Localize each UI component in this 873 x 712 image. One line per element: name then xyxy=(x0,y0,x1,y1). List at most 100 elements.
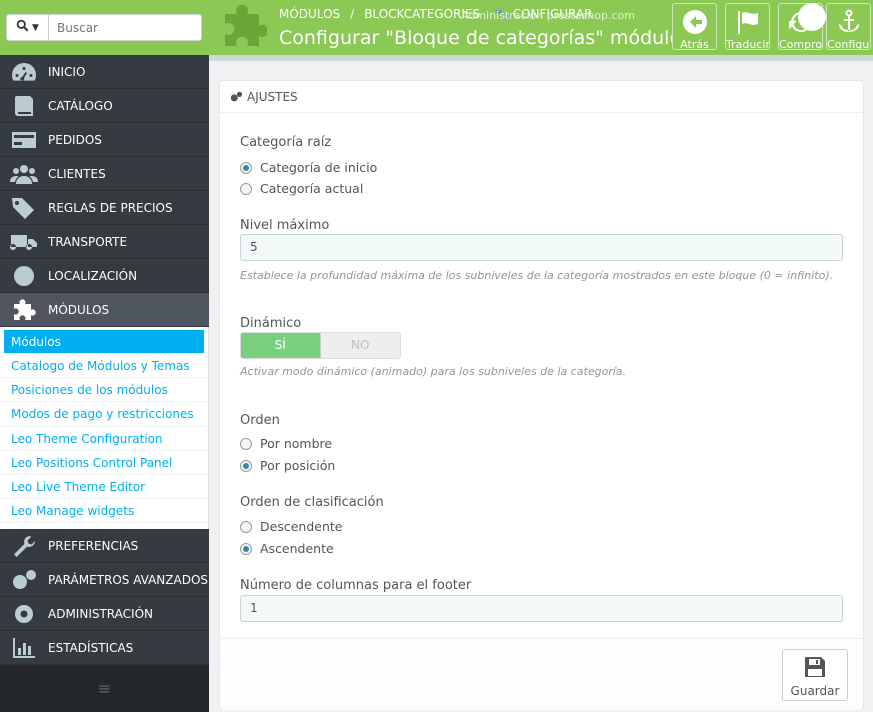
back-icon xyxy=(682,10,707,34)
search-icon xyxy=(16,19,29,36)
sidebar-nav-bottom: Preferencias Parámetros avanzados Admini… xyxy=(0,529,209,665)
switch-yes[interactable]: SÍ xyxy=(241,333,321,358)
search-box: ▼ xyxy=(6,14,202,41)
tags-icon xyxy=(0,191,48,225)
dynamic-switch[interactable]: SÍ NO xyxy=(240,332,401,359)
sort-label: Orden xyxy=(240,413,280,428)
mouse-cursor xyxy=(798,3,826,31)
sidebar-item-reglas-precios[interactable]: Reglas de precios xyxy=(0,191,209,225)
sidebar-item-preferencias[interactable]: Preferencias xyxy=(0,529,209,563)
submenu-item-leo-live-editor[interactable]: Leo Live Theme Editor xyxy=(0,475,208,500)
sidebar-item-label: Preferencias xyxy=(48,538,139,553)
search-input[interactable] xyxy=(49,16,199,39)
submenu-item-modos-pago[interactable]: Modos de pago y restricciones xyxy=(0,402,208,427)
anchor-icon xyxy=(838,9,859,32)
footer-columns-input[interactable]: 1 xyxy=(240,595,843,622)
translate-button[interactable]: Traducir xyxy=(725,3,770,50)
max-depth-input[interactable]: 5 xyxy=(240,234,843,261)
puzzle-icon xyxy=(0,293,48,327)
submenu-item-leo-positions[interactable]: Leo Positions Control Panel xyxy=(0,451,208,475)
menu-icon: ≡ xyxy=(97,679,112,698)
dynamic-help: Activar modo dinámico (animado) para los… xyxy=(240,365,627,378)
credit-card-icon xyxy=(0,123,48,157)
sidebar-item-pedidos[interactable]: Pedidos xyxy=(0,123,209,157)
sidebar-item-label: Estadísticas xyxy=(48,640,134,655)
submenu-item-leo-theme-config[interactable]: Leo Theme Configuration xyxy=(0,427,208,451)
puzzle-icon xyxy=(219,4,269,49)
sidebar-nav-top: Inicio Catálogo Pedidos Clientes Reglas … xyxy=(0,55,209,327)
users-icon xyxy=(0,157,48,191)
radio-categoria-actual[interactable]: Categoría actual xyxy=(240,181,363,196)
sidebar-item-label: Transporte xyxy=(48,234,128,249)
sidebar-item-catalogo[interactable]: Catálogo xyxy=(0,89,209,123)
submenu-item-leo-widgets[interactable]: Leo Manage widgets xyxy=(0,499,208,524)
sidebar-item-clientes[interactable]: Clientes xyxy=(0,157,209,191)
submenu-item-modulos[interactable]: Módulos xyxy=(4,330,204,354)
sidebar-item-label: Pedidos xyxy=(48,132,102,147)
sidebar-item-administracion[interactable]: Administración xyxy=(0,597,209,631)
configure-button[interactable]: Configurar xyxy=(826,3,871,50)
switch-no[interactable]: NO xyxy=(320,333,400,358)
sidebar-item-label: Reglas de precios xyxy=(48,200,173,215)
save-icon xyxy=(805,657,825,677)
sidebar-item-localizacion[interactable]: Localización xyxy=(0,259,209,293)
sidebar-item-label: Inicio xyxy=(48,64,86,79)
globe-icon xyxy=(0,259,48,293)
sidebar-item-label: Parámetros avanzados xyxy=(48,572,209,587)
sidebar-item-label: Clientes xyxy=(48,166,106,181)
radio-label: Categoría actual xyxy=(260,181,364,196)
bar-chart-icon xyxy=(0,631,48,665)
footer-columns-label: Número de columnas para el footer xyxy=(240,578,472,593)
dashboard-icon xyxy=(0,55,48,89)
sidebar-collapse-button[interactable]: ≡ xyxy=(0,665,209,712)
radio-button[interactable] xyxy=(240,520,252,533)
search-type-button[interactable]: ▼ xyxy=(7,15,49,40)
translate-button-label: Traducir xyxy=(726,38,770,50)
radio-por-posicion[interactable]: Por posición xyxy=(240,458,335,473)
save-button[interactable]: Guardar xyxy=(782,649,848,701)
breadcrumb-modulos[interactable]: Módulos xyxy=(279,7,340,21)
radio-descendente[interactable]: Descendente xyxy=(240,519,342,534)
sidebar-item-modulos[interactable]: Módulos xyxy=(0,293,209,327)
radio-label: Por nombre xyxy=(260,436,333,451)
radio-button[interactable] xyxy=(240,437,252,450)
radio-ascendente[interactable]: Ascendente xyxy=(240,541,334,556)
sidebar-item-parametros-avanzados[interactable]: Parámetros avanzados xyxy=(0,563,209,597)
panel-heading: Ajustes xyxy=(220,81,863,113)
page-header: Módulos / blockcategories 🔧 Configurar Adm… xyxy=(209,0,873,55)
submenu-item-posiciones[interactable]: Posiciones de los módulos xyxy=(0,378,208,403)
radio-button-checked[interactable] xyxy=(240,161,252,174)
dynamic-label: Dinámico xyxy=(240,316,302,331)
max-depth-help: Establece la profundidad máxima de los s… xyxy=(240,269,834,282)
radio-button[interactable] xyxy=(240,182,252,195)
radio-categoria-inicio[interactable]: Categoría de inicio xyxy=(240,160,377,175)
sidebar-item-label: Catálogo xyxy=(48,98,113,113)
root-category-label: Categoría raíz xyxy=(240,135,332,150)
back-button[interactable]: Atrás xyxy=(672,3,717,50)
sidebar-item-estadisticas[interactable]: Estadísticas xyxy=(0,631,209,665)
header-login-text: Administración prestashop.com xyxy=(461,9,635,22)
truck-icon xyxy=(0,225,48,259)
sidebar-item-inicio[interactable]: Inicio xyxy=(0,55,209,89)
panel-heading-title: Ajustes xyxy=(247,89,298,104)
submenu-item-catalogo-modulos[interactable]: Catalogo de Módulos y Temas xyxy=(0,354,208,379)
book-icon xyxy=(0,89,48,123)
configure-button-label: Configurar xyxy=(827,38,870,50)
radio-button-checked[interactable] xyxy=(240,542,252,555)
modules-submenu: Módulos Catalogo de Módulos y Temas Posi… xyxy=(0,327,209,529)
radio-label: Categoría de inicio xyxy=(260,160,378,175)
check-update-button-label: Comprobar xyxy=(779,38,823,50)
sidebar-item-label: Localización xyxy=(48,268,138,283)
radio-label: Por posición xyxy=(260,458,336,473)
flag-icon xyxy=(737,11,758,34)
radio-por-nombre[interactable]: Por nombre xyxy=(240,436,332,451)
sidebar-item-transporte[interactable]: Transporte xyxy=(0,225,209,259)
settings-panel: Ajustes Categoría raíz Categoría de inic… xyxy=(219,80,864,710)
wrench-icon xyxy=(0,529,48,563)
back-button-label: Atrás xyxy=(680,38,709,50)
radio-label: Ascendente xyxy=(260,541,334,556)
radio-button-checked[interactable] xyxy=(240,459,252,472)
max-depth-label: Nivel máximo xyxy=(240,218,330,233)
cogs-icon xyxy=(230,91,243,101)
cog-icon xyxy=(0,597,48,631)
